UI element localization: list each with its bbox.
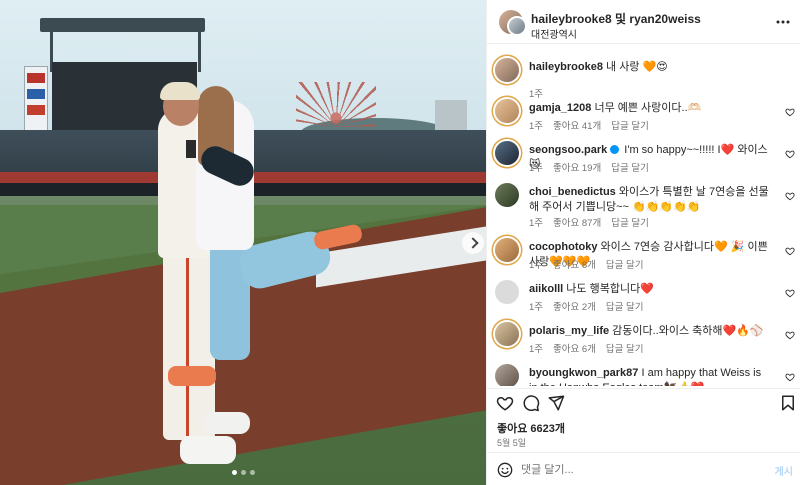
comment-text: polaris_my_life 감동이다..와이스 축하해❤️🔥⚾ xyxy=(529,324,769,339)
comment-body: 감동이다..와이스 축하해❤️🔥⚾ xyxy=(609,325,764,337)
comment-username[interactable]: byoungkwon_park87 xyxy=(529,367,638,379)
bookmark-icon[interactable] xyxy=(779,394,797,412)
player-cap xyxy=(160,82,200,100)
comment-icon[interactable] xyxy=(522,394,540,412)
comment-text: aiikolll 나도 행복합니다❤️ xyxy=(529,282,769,297)
send-icon[interactable] xyxy=(547,394,565,412)
carousel-dots xyxy=(232,470,255,475)
comment-likes[interactable]: 좋아요 87개 xyxy=(553,218,601,229)
comment-input[interactable] xyxy=(521,460,751,480)
heart-icon[interactable] xyxy=(785,107,795,117)
uniform-stripe xyxy=(186,246,189,436)
carousel-next-button[interactable] xyxy=(462,232,484,254)
carousel-dot-active xyxy=(232,470,237,475)
comment-username[interactable]: cocophotoky xyxy=(529,241,597,253)
post-authors[interactable]: haileybrooke8 및 ryan20weiss xyxy=(531,10,701,27)
comment-username[interactable]: choi_benedictus xyxy=(529,186,616,198)
heart-icon[interactable] xyxy=(785,288,795,298)
post-side-panel: haileybrooke8 및 ryan20weiss 대전광역시 hailey… xyxy=(486,0,800,485)
post-location[interactable]: 대전광역시 xyxy=(531,26,577,41)
orange-sneaker xyxy=(168,366,216,386)
comment-time: 1주 xyxy=(529,163,544,174)
avatar[interactable] xyxy=(495,141,519,165)
emoji-smile-icon[interactable] xyxy=(497,462,513,478)
caption-time: 1주 xyxy=(529,89,544,100)
reply-button[interactable]: 답글 달기 xyxy=(611,163,649,174)
comment-meta: 1주 좋아요 19개 답글 달기 xyxy=(529,160,659,174)
caption-meta: 1주 xyxy=(529,86,553,100)
player-shoe xyxy=(180,436,236,464)
reply-button[interactable]: 답글 달기 xyxy=(606,344,644,355)
heart-icon[interactable] xyxy=(785,372,795,382)
caption-text: haileybrooke8 내 사랑 🧡😍 xyxy=(529,60,769,75)
reply-button[interactable]: 답글 달기 xyxy=(611,218,649,229)
comment-meta: 1주 좋아요 2개 답글 달기 xyxy=(529,299,654,313)
comment-body: 나도 행복합니다❤️ xyxy=(563,283,654,295)
comment-time: 1주 xyxy=(529,218,544,229)
comment-time: 1주 xyxy=(529,260,544,271)
avatar[interactable] xyxy=(495,183,519,207)
comment-username[interactable]: gamja_1208 xyxy=(529,102,591,114)
heart-icon[interactable] xyxy=(785,330,795,340)
heart-icon[interactable] xyxy=(496,394,514,412)
carousel-dot xyxy=(250,470,255,475)
comment-username[interactable]: aiikolll xyxy=(529,283,563,295)
more-horizontal-icon[interactable] xyxy=(775,14,791,30)
post-comment-button[interactable]: 게시 xyxy=(775,463,793,478)
comments-list[interactable]: haileybrooke8 내 사랑 🧡😍 1주 gamja_1208 너무 예… xyxy=(487,48,800,386)
post-photo[interactable] xyxy=(0,0,486,485)
comment-body: 너무 예쁜 사랑이다..🫶🏻 xyxy=(591,102,702,114)
reply-button[interactable]: 답글 달기 xyxy=(611,121,649,132)
comment-likes[interactable]: 좋아요 6개 xyxy=(553,344,596,355)
heart-icon[interactable] xyxy=(785,191,795,201)
comment-username[interactable]: seongsoo.park xyxy=(529,144,607,156)
default-avatar-icon[interactable] xyxy=(495,280,519,304)
comment-composer: 게시 xyxy=(487,452,800,485)
avatar[interactable] xyxy=(495,238,519,262)
reply-button[interactable]: 답글 달기 xyxy=(606,260,644,271)
comment-time: 1주 xyxy=(529,302,544,313)
comment-time: 1주 xyxy=(529,121,544,132)
comment-meta: 1주 좋아요 41개 답글 달기 xyxy=(529,118,659,132)
comment-time: 1주 xyxy=(529,344,544,355)
comment-likes[interactable]: 좋아요 2개 xyxy=(553,302,596,313)
heart-icon[interactable] xyxy=(785,246,795,256)
comment-likes[interactable]: 좋아요 41개 xyxy=(553,121,601,132)
comment-likes[interactable]: 좋아요 8개 xyxy=(553,260,596,271)
caption-body: 내 사랑 🧡😍 xyxy=(602,61,668,73)
caption-username[interactable]: haileybrooke8 xyxy=(529,61,603,73)
comment-likes[interactable]: 좋아요 19개 xyxy=(553,163,601,174)
stadium-light-tower xyxy=(40,18,205,72)
comment-text: gamja_1208 너무 예쁜 사랑이다..🫶🏻 xyxy=(529,101,769,116)
comment-meta: 1주 좋아요 8개 답글 달기 xyxy=(529,257,654,271)
avatar[interactable] xyxy=(495,58,519,82)
comment-meta: 1주 좋아요 87개 답글 달기 xyxy=(529,215,659,229)
post-header: haileybrooke8 및 ryan20weiss 대전광역시 xyxy=(487,0,800,44)
like-count[interactable]: 좋아요 6623개 xyxy=(497,420,565,436)
sculpture-tree xyxy=(296,82,376,127)
comment-username[interactable]: polaris_my_life xyxy=(529,325,609,337)
comment-meta: 1주 좋아요 6개 답글 달기 xyxy=(529,341,654,355)
carousel-dot xyxy=(241,470,246,475)
player-shoe xyxy=(204,412,250,434)
player-legs xyxy=(163,240,215,440)
comment-text: choi_benedictus 와이스가 특별한 날 7연승을 선물해 주어서 … xyxy=(529,185,769,215)
post-date: 5월 5일 xyxy=(497,438,527,448)
avatar[interactable] xyxy=(495,322,519,346)
coauthor-avatar[interactable] xyxy=(507,16,527,36)
reply-button[interactable]: 답글 달기 xyxy=(606,302,644,313)
heart-icon[interactable] xyxy=(785,149,795,159)
comment-text: byoungkwon_park87 I am happy that Weiss … xyxy=(529,366,769,386)
avatar[interactable] xyxy=(495,364,519,386)
avatar[interactable] xyxy=(495,99,519,123)
post-actions xyxy=(487,388,800,418)
verified-badge-icon xyxy=(610,145,620,154)
